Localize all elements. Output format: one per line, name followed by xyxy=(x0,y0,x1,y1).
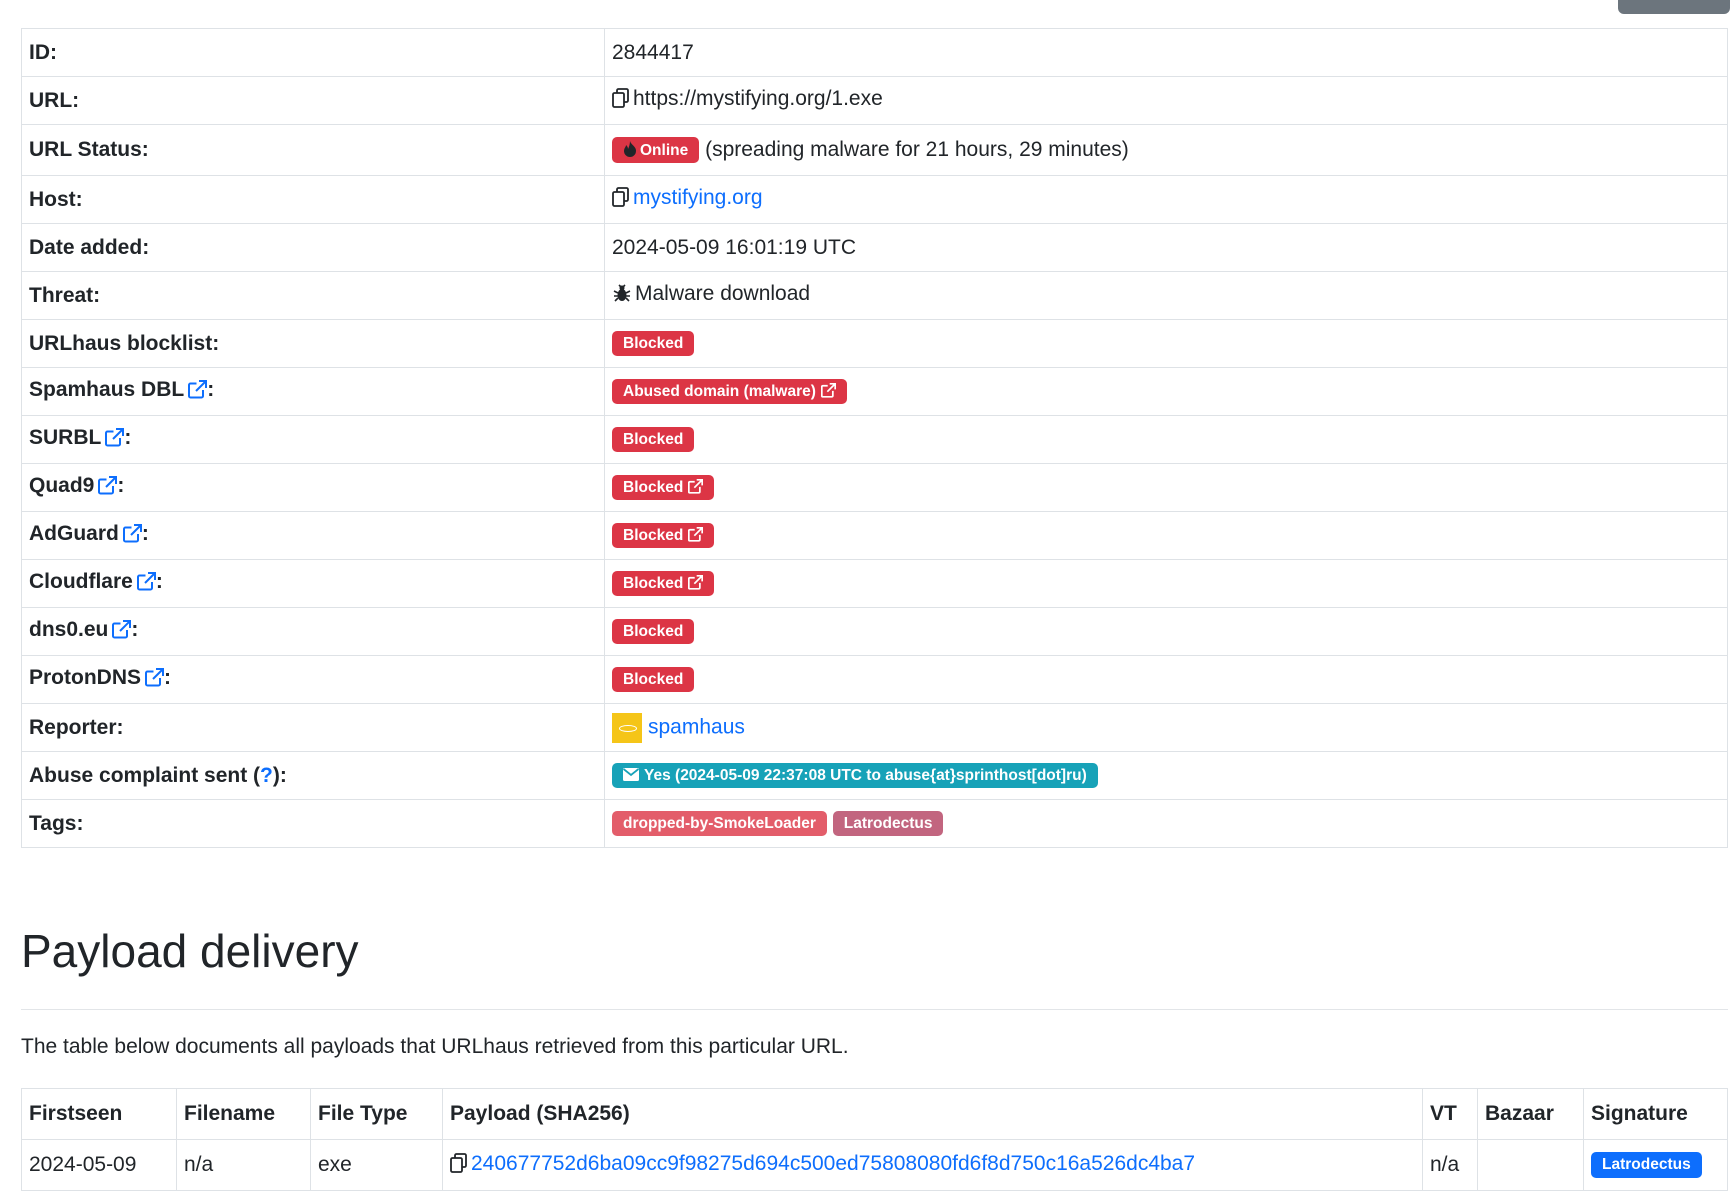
bazaar-cell xyxy=(1477,1139,1584,1191)
table-row: 2024-05-09 n/a exe 240677752d6ba09cc9f98… xyxy=(21,1139,1728,1191)
surbl-badge: Blocked xyxy=(612,426,695,453)
copy-icon[interactable] xyxy=(612,88,630,114)
col-filetype: File Type xyxy=(310,1088,443,1140)
online-badge: Online xyxy=(612,136,700,164)
external-link-icon[interactable] xyxy=(136,572,156,597)
quad9-badge[interactable]: Blocked xyxy=(612,474,715,501)
bug-icon xyxy=(612,283,632,309)
blocklist-label: URLhaus blocklist: xyxy=(21,319,605,368)
dns0-badge: Blocked xyxy=(612,618,695,645)
spamhaus-badge[interactable]: Abused domain (malware) xyxy=(612,378,847,405)
col-firstseen: Firstseen xyxy=(21,1088,177,1140)
row-cloudflare: Cloudflare: Blocked xyxy=(21,559,1728,608)
status-label: URL Status: xyxy=(21,124,605,176)
row-protondns: ProtonDNS: Blocked xyxy=(21,655,1728,704)
row-spamhaus: Spamhaus DBL: Abused domain (malware) xyxy=(21,367,1728,416)
external-link-icon xyxy=(688,574,704,590)
sha256-link[interactable]: 240677752d6ba09cc9f98275d694c500ed758080… xyxy=(471,1152,1195,1175)
payload-header-row: Firstseen Filename File Type Payload (SH… xyxy=(21,1088,1728,1140)
cloudflare-badge[interactable]: Blocked xyxy=(612,570,715,597)
row-id: ID: 2844417 xyxy=(21,28,1728,77)
url-value: https://mystifying.org/1.exe xyxy=(633,87,883,110)
payload-heading: Payload delivery xyxy=(21,925,359,977)
row-surbl: SURBL: Blocked xyxy=(21,415,1728,464)
copy-icon[interactable] xyxy=(612,187,630,213)
external-link-icon[interactable] xyxy=(145,668,164,693)
spamhaus-label: Spamhaus DBL xyxy=(29,378,185,401)
reporter-avatar xyxy=(612,712,642,743)
payload-intro: The table below documents all payloads t… xyxy=(21,1035,849,1058)
cloudflare-label: Cloudflare xyxy=(29,570,133,593)
tag-badge[interactable]: dropped-by-SmokeLoader xyxy=(612,810,827,837)
row-dns0: dns0.eu: Blocked xyxy=(21,607,1728,656)
reporter-label: Reporter: xyxy=(21,703,605,752)
id-label: ID: xyxy=(21,28,605,77)
url-label: URL: xyxy=(21,76,605,125)
filetype-cell: exe xyxy=(310,1139,443,1191)
abuse-help-link[interactable]: ? xyxy=(260,764,273,787)
external-link-icon[interactable] xyxy=(98,476,118,501)
row-abuse: Abuse complaint sent (?): Yes (2024-05-0… xyxy=(21,751,1728,800)
firstseen-cell: 2024-05-09 xyxy=(21,1139,177,1191)
signature-badge[interactable]: Latrodectus xyxy=(1591,1152,1702,1178)
external-link-icon[interactable] xyxy=(105,428,125,453)
col-signature: Signature xyxy=(1583,1088,1728,1140)
date-added-value: 2024-05-09 16:01:19 UTC xyxy=(604,223,1728,272)
date-added-label: Date added: xyxy=(21,223,605,272)
adguard-label: AdGuard xyxy=(29,522,119,545)
external-link-icon xyxy=(688,478,704,494)
reporter-link[interactable]: spamhaus xyxy=(648,715,745,738)
id-value: 2844417 xyxy=(604,28,1728,77)
external-link-icon[interactable] xyxy=(188,380,208,405)
row-url: URL: https://mystifying.org/1.exe xyxy=(21,76,1728,125)
row-blocklist: URLhaus blocklist: Blocked xyxy=(21,319,1728,368)
url-info-table: ID: 2844417 URL: https://mystifying.org/… xyxy=(21,28,1728,848)
quad9-label: Quad9 xyxy=(29,474,95,497)
tag-badge[interactable]: Latrodectus xyxy=(832,810,944,837)
row-host: Host: mystifying.org xyxy=(21,175,1728,224)
dns0-label: dns0.eu xyxy=(29,618,109,641)
row-quad9: Quad9: Blocked xyxy=(21,463,1728,512)
payload-table: Firstseen Filename File Type Payload (SH… xyxy=(21,1088,1728,1191)
fire-icon xyxy=(624,140,636,157)
external-link-icon xyxy=(820,382,837,398)
protondns-badge: Blocked xyxy=(612,666,695,693)
blocklist-badge: Blocked xyxy=(612,330,695,357)
threat-label: Threat: xyxy=(21,271,605,320)
divider xyxy=(21,1009,1728,1010)
col-vt: VT xyxy=(1422,1088,1478,1140)
threat-value: Malware download xyxy=(635,282,811,305)
col-bazaar: Bazaar xyxy=(1477,1088,1584,1140)
col-filename: Filename xyxy=(176,1088,311,1140)
abuse-label: Abuse complaint sent ( xyxy=(29,763,261,787)
row-adguard: AdGuard: Blocked xyxy=(21,511,1728,560)
surbl-label: SURBL xyxy=(29,426,102,449)
copy-icon[interactable] xyxy=(450,1152,468,1179)
host-link[interactable]: mystifying.org xyxy=(633,186,763,209)
adguard-badge[interactable]: Blocked xyxy=(612,522,715,549)
col-sha256: Payload (SHA256) xyxy=(442,1088,1423,1140)
row-reporter: Reporter: spamhaus xyxy=(21,703,1728,752)
row-threat: Threat: Malware download xyxy=(21,271,1728,320)
envelope-icon xyxy=(622,767,640,781)
filename-cell: n/a xyxy=(176,1139,311,1191)
row-tags: Tags: dropped-by-SmokeLoader Latrodectus xyxy=(21,799,1728,848)
vt-cell: n/a xyxy=(1422,1139,1478,1191)
status-text: (spreading malware for 21 hours, 29 minu… xyxy=(705,137,1129,161)
tags-label: Tags: xyxy=(21,799,605,848)
abuse-badge: Yes (2024-05-09 22:37:08 UTC to abuse{at… xyxy=(612,762,1098,789)
host-label: Host: xyxy=(21,175,605,224)
row-status: URL Status: Online (spreading malware fo… xyxy=(21,124,1728,176)
protondns-label: ProtonDNS xyxy=(29,666,141,689)
external-link-icon[interactable] xyxy=(112,620,132,645)
external-link-icon[interactable] xyxy=(122,524,142,549)
external-link-icon xyxy=(688,526,704,542)
top-button[interactable] xyxy=(1618,0,1730,14)
row-date-added: Date added: 2024-05-09 16:01:19 UTC xyxy=(21,223,1728,272)
